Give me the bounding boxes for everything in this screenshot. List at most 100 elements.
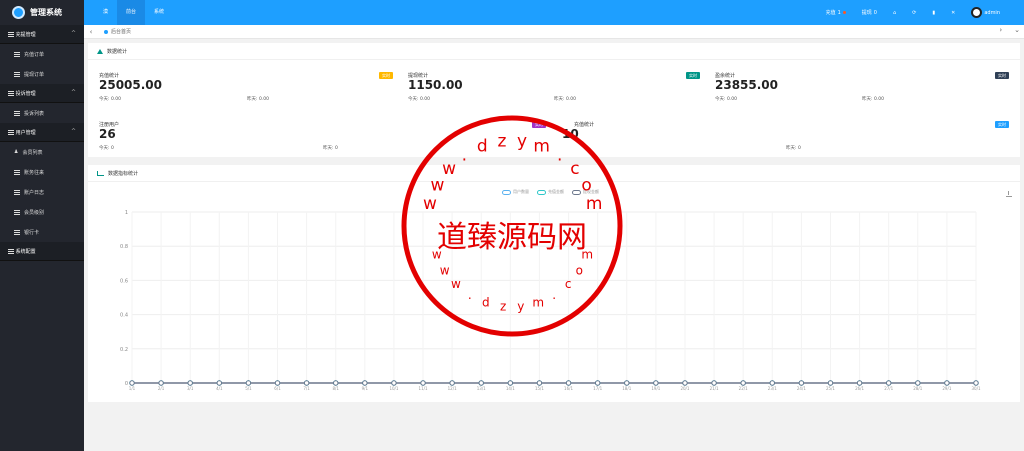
x-tick-label: 23/1 [768,386,777,391]
y-tick-label: 1 [125,210,128,216]
data-point[interactable] [798,380,805,386]
status-badge: 实时 [995,121,1009,128]
data-point[interactable] [507,380,514,386]
line-chart: 00.20.40.60.811/1 2/1 3/1 4/1 5/1 6/1 7/1 8/1 9/… [120,210,981,391]
download-icon[interactable] [1006,191,1012,197]
data-point[interactable] [391,380,397,386]
data-point[interactable] [536,380,543,386]
menu-icon [8,31,14,37]
tab-controls: › ⌄ [999,26,1020,34]
x-tick-label: 12/1 [448,386,457,391]
x-tick-label: 9/1 [362,386,369,391]
data-point[interactable] [333,380,339,386]
user-menu[interactable]: admin [963,7,1008,18]
data-point[interactable] [594,380,601,386]
sidebar-item-bank-cards[interactable]: 银行卡 [0,222,84,242]
y-tick-label: 0.8 [120,244,128,250]
data-point[interactable] [973,380,979,386]
chevron-up-icon: ^ [70,128,76,135]
list-icon [14,51,20,57]
data-point[interactable] [187,380,193,386]
top-nav: 漠 前台 系统 [94,0,173,25]
status-badge: 实时 [995,72,1009,79]
data-point[interactable] [682,380,688,386]
menu-icon [8,90,14,96]
sidebar-group-recharge[interactable]: 充提管理 ^ [0,25,84,44]
x-tick-label: 28/1 [913,386,922,391]
list-icon [14,189,20,195]
topnav-item-0[interactable]: 漠 [94,0,117,25]
data-point[interactable] [856,380,863,386]
home-icon[interactable]: ⌂ [885,10,904,16]
sidebar-item-recharge-orders[interactable]: 充值订单 [0,44,84,64]
logo[interactable]: 管理系统 [0,0,84,25]
refresh-icon[interactable]: ⟳ [904,10,924,16]
tab-home[interactable]: 后台首页 [98,28,131,35]
stat-surplus: 盈余统计 23855.00 今天: 0.00 昨天: 0.00 实时 [715,72,1011,104]
x-tick-label: 11/1 [419,386,428,391]
sidebar-item-withdraw-orders[interactable]: 提现订单 [0,64,84,84]
recharge-dot [842,11,846,14]
sidebar-item-member-list[interactable]: ♟ 会员列表 [0,142,84,162]
sidebar-group-system-config[interactable]: 系统配置 [0,242,84,261]
data-point[interactable] [915,380,921,386]
x-tick-label: 3/1 [187,386,194,391]
data-point[interactable] [129,380,135,386]
stats-card-header: 数据统计 [88,43,1020,60]
sidebar-item-account-log[interactable]: 账户日志 [0,182,84,202]
sidebar-group-users[interactable]: 用户管理 ^ [0,123,84,142]
withdraw-notice[interactable]: 提现 0 [854,9,885,17]
x-tick-label: 13/1 [477,386,486,391]
data-point[interactable] [565,380,572,386]
topnav-item-system[interactable]: 系统 [145,0,173,25]
x-tick-label: 7/1 [303,386,310,391]
data-point[interactable] [158,380,164,386]
trash-icon[interactable]: ▮ [924,10,943,16]
x-tick-label: 24/1 [797,386,806,391]
sidebar-item-member-levels[interactable]: 会员级别 [0,202,84,222]
chevron-up-icon: ^ [70,89,76,96]
chevron-up-icon: ^ [70,30,76,37]
chevron-down-icon[interactable]: ⌄ [1014,26,1020,34]
list-icon [14,110,20,116]
x-tick-label: 19/1 [651,386,660,391]
tab-bar: ‹ 后台首页 › ⌄ [84,25,1024,39]
fullscreen-icon[interactable]: ✕ [943,10,963,16]
data-point[interactable] [827,380,834,386]
x-tick-label: 29/1 [942,386,951,391]
data-point[interactable] [653,380,659,386]
data-point[interactable] [420,380,426,386]
sidebar-group-complaints[interactable]: 投诉管理 ^ [0,84,84,103]
chevron-left-icon[interactable]: ‹ [84,28,98,36]
topnav-item-home[interactable]: 前台 [117,0,146,25]
data-point[interactable] [478,380,484,386]
data-point[interactable] [711,380,717,386]
legend-marker [537,189,546,195]
legend-item-users[interactable]: 用户数量 [502,189,529,195]
chart-legend: 用户数量 充值金额 提现金额 [502,189,599,195]
stat-extra: 实时 [860,121,1011,153]
x-tick-label: 15/1 [535,386,544,391]
x-tick-label: 20/1 [680,386,689,391]
data-point[interactable] [303,380,310,386]
data-point[interactable] [740,380,746,386]
sidebar-item-complaint-list[interactable]: 投诉列表 [0,103,84,123]
data-point[interactable] [274,380,281,386]
legend-item-recharge[interactable]: 充值金额 [537,189,564,195]
data-point[interactable] [944,380,950,386]
data-point[interactable] [216,380,223,386]
data-point[interactable] [245,380,252,386]
recharge-notice[interactable]: 充值 1 [818,9,854,16]
data-point[interactable] [449,380,455,386]
data-point[interactable] [885,380,892,386]
chevron-right-icon[interactable]: › [999,26,1002,34]
sidebar-item-transactions[interactable]: 账务往来 [0,162,84,182]
legend-item-withdraw[interactable]: 提现金额 [572,189,599,195]
data-point[interactable] [362,380,368,386]
y-tick-label: 0 [125,381,128,387]
x-tick-label: 27/1 [884,386,893,391]
stat-recharge: 充值统计 25005.00 今天: 0.00 昨天: 0.00 实时 [99,72,395,104]
top-header: 管理系统 漠 前台 系统 充值 1 提现 0 ⌂ ⟳ ▮ ✕ admin [0,0,1024,25]
data-point[interactable] [624,380,630,386]
data-point[interactable] [769,380,775,386]
